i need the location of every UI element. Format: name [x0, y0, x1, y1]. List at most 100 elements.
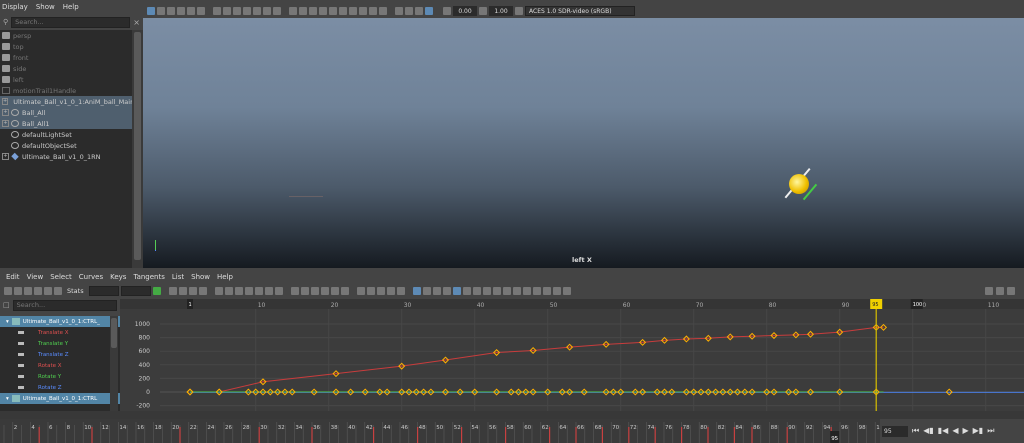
menu-edit[interactable]: Edit [6, 273, 20, 281]
frame-all-icon[interactable] [168, 287, 177, 295]
menu-curves[interactable]: Curves [79, 273, 103, 281]
safe-action-icon[interactable] [263, 7, 271, 15]
close-icon[interactable]: × [133, 18, 140, 27]
filter-icon[interactable] [492, 287, 501, 295]
channel-rotate-x[interactable]: Rotate X [0, 360, 120, 371]
trax-editor-icon[interactable] [472, 287, 481, 295]
ghost-icon[interactable] [552, 287, 561, 295]
film-gate-icon[interactable] [223, 7, 231, 15]
outliner-item-front[interactable]: front [0, 52, 132, 63]
isolate-select-icon[interactable] [395, 7, 403, 15]
play-backward-icon[interactable]: ◀ [952, 427, 958, 435]
auto-load-icon[interactable] [356, 287, 365, 295]
key-ticks-icon[interactable] [542, 287, 551, 295]
graph-horizontal-scrollbar[interactable] [0, 411, 1024, 419]
outliner-item-anim-ball-main[interactable]: + Ultimate_Ball_v1_0_1:AniM_ball_Main [0, 96, 132, 107]
xray-icon[interactable] [405, 7, 413, 15]
outliner-item-persp[interactable]: persp [0, 30, 132, 41]
free-tangent-weight-icon[interactable] [330, 287, 339, 295]
xray-components-icon[interactable] [425, 7, 433, 15]
wireframe-icon[interactable] [289, 7, 297, 15]
gamma-field[interactable]: 1.00 [489, 6, 513, 16]
channels-icon[interactable] [996, 287, 1004, 295]
smooth-shade-icon[interactable] [299, 7, 307, 15]
channel-rotate-z[interactable]: Rotate Z [0, 382, 120, 393]
scrollbar-thumb[interactable] [134, 32, 141, 260]
exposure-field[interactable]: 0.00 [453, 6, 477, 16]
move-key-icon[interactable] [4, 287, 12, 295]
field-chart-icon[interactable] [253, 7, 261, 15]
frame-selection-icon[interactable] [178, 287, 187, 295]
channel-translate-x[interactable]: Translate X [0, 327, 120, 338]
curve-graph[interactable]: 1020304050607080901001101000800600400200… [120, 299, 1024, 411]
menu-help[interactable]: Help [217, 273, 233, 281]
grease-pencil-icon[interactable] [197, 7, 205, 15]
time-slider[interactable]: 2 4 6 8 10 12 14 16 18 20 22 24 26 28 30 32 34 36 38 40 42 44… [0, 419, 887, 443]
post-infinity-cycle-icon[interactable] [432, 287, 441, 295]
menu-keys[interactable]: Keys [110, 273, 126, 281]
step-back-key-icon[interactable]: ◀▮ [923, 427, 934, 435]
break-tangents-icon[interactable] [310, 287, 319, 295]
ambient-occlusion-icon[interactable] [349, 7, 357, 15]
resolution-gate-icon[interactable] [233, 7, 241, 15]
step-forward-frame-icon[interactable]: ▶▮ [973, 427, 984, 435]
channel-node-row[interactable]: ▾ Ultimate_Ball_v1_0_1:CTRL_ [0, 316, 120, 327]
pre-infinity-offset-icon[interactable] [442, 287, 451, 295]
move-icon[interactable] [985, 287, 993, 295]
buffer-curve-snapshot-icon[interactable] [290, 287, 299, 295]
stacked-curves-icon[interactable] [412, 287, 421, 295]
view-transform-dropdown[interactable]: ACES 1.0 SDR-video (sRGB) [525, 6, 635, 16]
play-forward-icon[interactable]: ▶ [962, 427, 968, 435]
menu-tangents[interactable]: Tangents [133, 273, 164, 281]
outliner-item-left[interactable]: left [0, 74, 132, 85]
outliner-item-default-light-set[interactable]: defaultLightSet [0, 129, 132, 140]
channel-translate-z[interactable]: Translate Z [0, 349, 120, 360]
linear-tangent-icon[interactable] [244, 287, 253, 295]
spline-tangent-icon[interactable] [224, 287, 233, 295]
stats-frame-field[interactable] [88, 286, 119, 296]
menu-display[interactable]: Display [2, 3, 28, 11]
insert-key-icon[interactable] [14, 287, 22, 295]
xray-joints-icon[interactable] [415, 7, 423, 15]
depth-of-field-icon[interactable] [379, 7, 387, 15]
2d-pan-zoom-icon[interactable] [187, 7, 195, 15]
scrollbar-thumb[interactable] [111, 318, 117, 348]
swap-buffer-curve-icon[interactable] [300, 287, 309, 295]
motion-blur-icon[interactable] [359, 7, 367, 15]
gate-mask-icon[interactable] [243, 7, 251, 15]
expand-icon[interactable]: + [2, 109, 9, 116]
lights-icon[interactable] [329, 7, 337, 15]
select-camera-icon[interactable] [147, 7, 155, 15]
layout-icon[interactable] [1007, 287, 1015, 295]
outliner-item-ball-rn[interactable]: + Ultimate_Ball_v1_0_1RN [0, 151, 132, 162]
resample-icon[interactable] [522, 287, 531, 295]
time-editor-icon[interactable] [482, 287, 491, 295]
unify-tangents-icon[interactable] [320, 287, 329, 295]
grid-icon[interactable] [213, 7, 221, 15]
expand-icon[interactable]: + [2, 98, 9, 105]
expand-icon[interactable]: + [2, 153, 9, 160]
go-to-start-icon[interactable]: ⏮ [912, 427, 919, 435]
menu-select[interactable]: Select [50, 273, 72, 281]
simplify-icon[interactable] [532, 287, 541, 295]
time-snap-icon[interactable] [366, 287, 375, 295]
ball-object[interactable] [784, 168, 818, 204]
camera-attributes-icon[interactable] [157, 7, 165, 15]
flat-tangent-icon[interactable] [254, 287, 263, 295]
default-material-icon[interactable] [309, 7, 317, 15]
outliner-item-motiontrail[interactable]: motionTrail1Handle [0, 85, 132, 96]
channel-search-input[interactable]: Search... [12, 299, 117, 311]
color-management-icon[interactable] [515, 7, 523, 15]
menu-view[interactable]: View [27, 273, 44, 281]
auto-tangent-icon[interactable] [214, 287, 223, 295]
go-to-end-icon[interactable]: ⏭ [987, 427, 994, 435]
frame-playback-range-icon[interactable] [188, 287, 197, 295]
center-current-time-icon[interactable] [198, 287, 207, 295]
shadows-icon[interactable] [339, 7, 347, 15]
outliner-item-side[interactable]: side [0, 63, 132, 74]
expand-icon[interactable]: + [2, 120, 9, 127]
dope-sheet-icon[interactable] [462, 287, 471, 295]
ball-mesh[interactable] [789, 174, 809, 194]
gamma-icon[interactable] [479, 7, 487, 15]
menu-list[interactable]: List [172, 273, 184, 281]
